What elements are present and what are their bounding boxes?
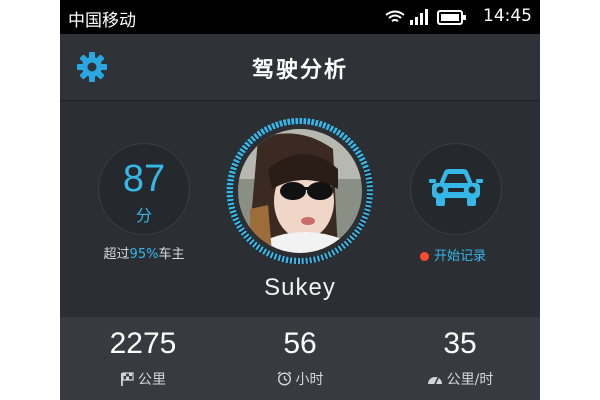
stat-label: 小时 — [220, 369, 380, 389]
stat-label-text: 公里/时 — [446, 372, 494, 388]
score-caption-suffix: 车主 — [158, 247, 185, 262]
record-dot-icon — [420, 252, 429, 261]
stat-label-text: 小时 — [295, 372, 324, 388]
profile-panel: 87 分 超过95%车主 Sukey 开始记录 — [60, 101, 540, 317]
clock-time: 14:45 — [483, 6, 532, 26]
clock-icon — [277, 371, 291, 386]
start-record-link[interactable]: 开始记录 — [420, 245, 486, 264]
signal-icon — [410, 9, 428, 25]
score-caption: 超过95%车主 — [78, 243, 210, 262]
stat-label: 公里/时 — [380, 369, 540, 389]
wifi-icon — [385, 10, 405, 22]
car-icon — [429, 169, 483, 206]
stat-label: 公里 — [63, 369, 223, 389]
score-unit: 分 — [135, 206, 152, 225]
stat-duration: 56 小时 — [220, 317, 380, 400]
battery-icon — [437, 10, 466, 25]
stat-speed: 35 公里/时 — [380, 317, 540, 400]
driving-score[interactable]: 87 分 — [98, 143, 190, 235]
stat-label-text: 公里 — [138, 372, 166, 388]
username: Sukey — [264, 274, 336, 301]
flag-icon — [121, 372, 134, 386]
avatar[interactable] — [238, 129, 362, 253]
stat-distance: 2275 公里 — [63, 317, 223, 400]
record-label: 开始记录 — [434, 249, 487, 264]
score-caption-prefix: 超过 — [103, 247, 130, 262]
carrier-name: 中国移动 — [68, 11, 136, 31]
stats-bar: 2275 公里 56 小时 35 公里/时 — [60, 317, 540, 400]
phone-screen: 中国移动 14:45 驾驶分析 87 分 超过95%车主 Sukey 开始记录 … — [60, 0, 540, 400]
title-bar: 驾驶分析 — [60, 34, 540, 101]
page-title: 驾驶分析 — [251, 58, 348, 83]
score-caption-percent: 95% — [129, 247, 159, 262]
speedometer-icon — [427, 377, 442, 385]
record-button[interactable] — [410, 143, 502, 235]
avatar-photo — [238, 129, 362, 253]
status-bar: 中国移动 14:45 — [60, 0, 540, 34]
stat-value: 2275 — [109, 327, 177, 360]
stat-value: 56 — [283, 327, 317, 360]
status-icons — [385, 9, 466, 25]
score-value: 87 — [122, 158, 166, 200]
stat-value: 35 — [443, 327, 477, 360]
